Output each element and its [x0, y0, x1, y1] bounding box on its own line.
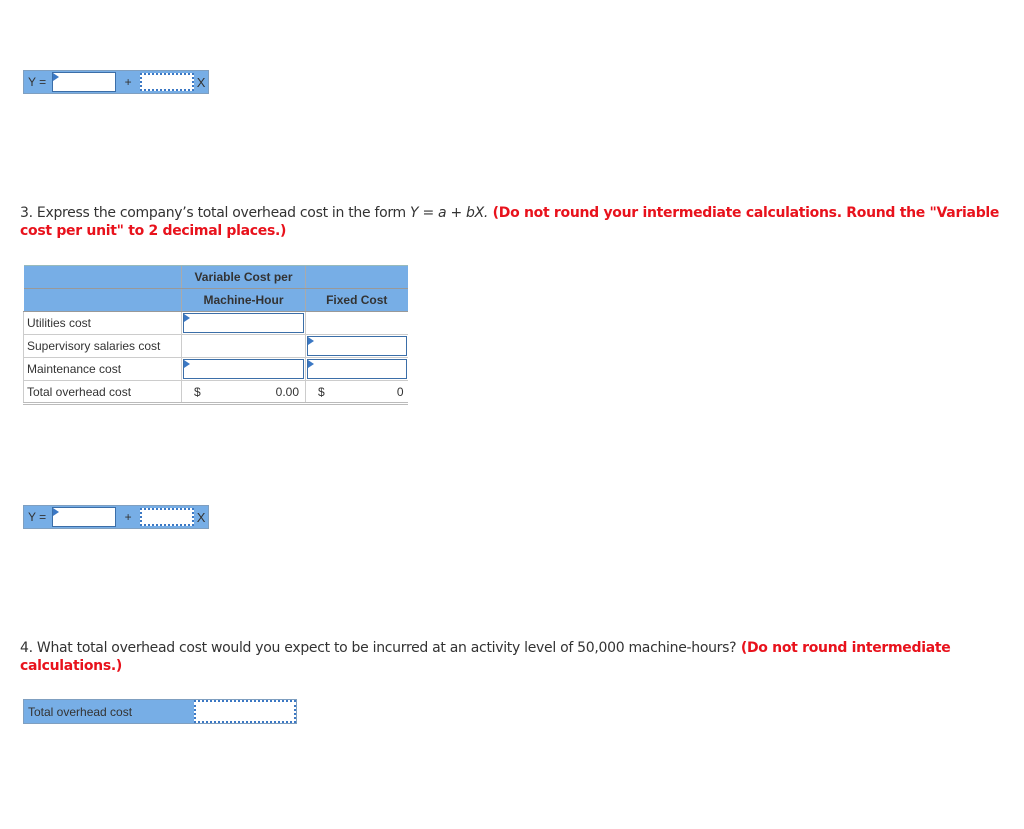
table-row: Maintenance cost: [23, 357, 408, 381]
slope-input[interactable]: [140, 508, 195, 526]
slope-input[interactable]: [140, 73, 195, 91]
header-blank: [23, 288, 182, 312]
maintenance-fixed-input[interactable]: [307, 359, 407, 379]
intercept-input[interactable]: [52, 507, 117, 527]
flag-icon: [184, 360, 190, 368]
plus-sign: +: [124, 75, 132, 89]
header-blank: [23, 265, 182, 289]
flag-icon: [308, 337, 314, 345]
total-variable-value: 0.00: [275, 384, 299, 399]
equation-row-1: Y = + X: [23, 70, 210, 94]
maintenance-variable-input[interactable]: [183, 359, 304, 379]
table-row: Utilities cost: [23, 311, 408, 335]
cost-table: Variable Cost per Machine-Hour Fixed Cos…: [23, 265, 408, 405]
utilities-fixed-cell: [305, 311, 408, 335]
x-label: X: [196, 74, 206, 90]
question-3: 3. Express the company’s total overhead …: [20, 204, 1000, 240]
header-variable-1: Variable Cost per: [181, 265, 306, 289]
header-row-2: Machine-Hour Fixed Cost: [23, 288, 408, 312]
total-row: Total overhead cost $0.00 $0: [23, 380, 408, 405]
header-fixed-1: [305, 265, 408, 289]
total-overhead-answer: Total overhead cost: [23, 699, 297, 724]
header-row-1: Variable Cost per: [23, 265, 408, 289]
flag-icon: [53, 73, 60, 81]
flag-icon: [184, 314, 190, 322]
formula: Y = a + bX.: [410, 205, 489, 221]
total-overhead-label: Total overhead cost: [24, 700, 194, 723]
utilities-variable-input[interactable]: [183, 313, 304, 333]
question-4-text: 4. What total overhead cost would you ex…: [20, 640, 737, 656]
supervisory-fixed-input[interactable]: [307, 336, 407, 356]
y-equals-label: Y =: [28, 510, 47, 524]
plus-sign: +: [124, 510, 132, 524]
row-label: Supervisory salaries cost: [23, 334, 182, 358]
flag-icon: [53, 508, 60, 516]
row-label: Maintenance cost: [23, 357, 182, 381]
currency-symbol: $: [194, 384, 201, 399]
equation-row-2: Y = + X: [23, 505, 210, 529]
y-equals-label: Y =: [28, 75, 47, 89]
total-fixed-value: 0: [396, 384, 404, 399]
currency-symbol: $: [318, 384, 325, 399]
total-overhead-input[interactable]: [194, 700, 296, 723]
row-label: Total overhead cost: [23, 380, 182, 405]
question-4: 4. What total overhead cost would you ex…: [20, 639, 1000, 675]
row-label: Utilities cost: [23, 311, 182, 335]
intercept-input[interactable]: [52, 72, 117, 92]
supervisory-variable-cell: [181, 334, 306, 358]
flag-icon: [308, 360, 314, 368]
header-variable-2: Machine-Hour: [181, 288, 306, 312]
header-fixed-2: Fixed Cost: [305, 288, 408, 312]
table-row: Supervisory salaries cost: [23, 334, 408, 358]
question-3-text: 3. Express the company’s total overhead …: [20, 205, 411, 221]
x-label: X: [196, 509, 206, 525]
